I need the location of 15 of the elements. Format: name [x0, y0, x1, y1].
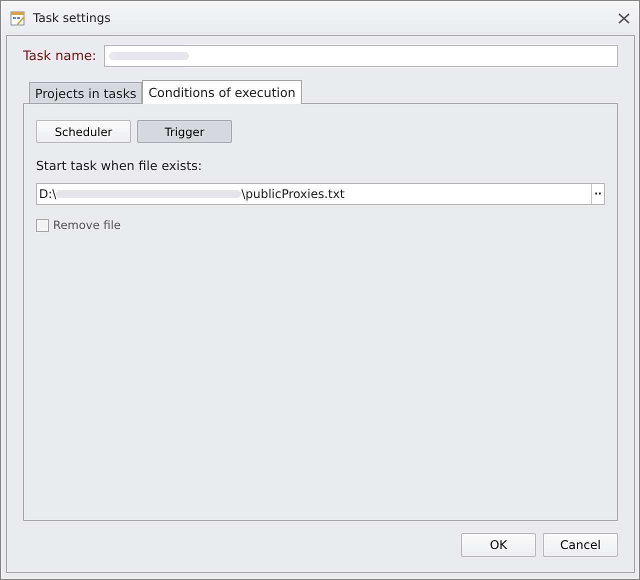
mode-button[interactable]: Trigger — [137, 120, 232, 143]
cancel-button[interactable]: Cancel — [543, 533, 618, 557]
task-name-label: Task name: — [23, 48, 96, 64]
task-icon — [10, 10, 26, 26]
tab[interactable]: Conditions of execution — [142, 80, 302, 104]
file-path-field[interactable]: D:\ \publicProxies.txt ·· — [36, 183, 605, 205]
window-title: Task settings — [33, 11, 112, 25]
checkbox-label: Remove file — [53, 218, 121, 232]
mode-button[interactable]: Scheduler — [36, 120, 131, 143]
close-icon[interactable] — [618, 12, 630, 24]
task-name-field[interactable] — [104, 45, 618, 67]
ok-button[interactable]: OK — [461, 533, 536, 557]
checkbox[interactable] — [36, 218, 49, 232]
tab[interactable]: Projects in tasks — [29, 82, 142, 103]
file-label: Start task when file exists: — [36, 158, 204, 173]
